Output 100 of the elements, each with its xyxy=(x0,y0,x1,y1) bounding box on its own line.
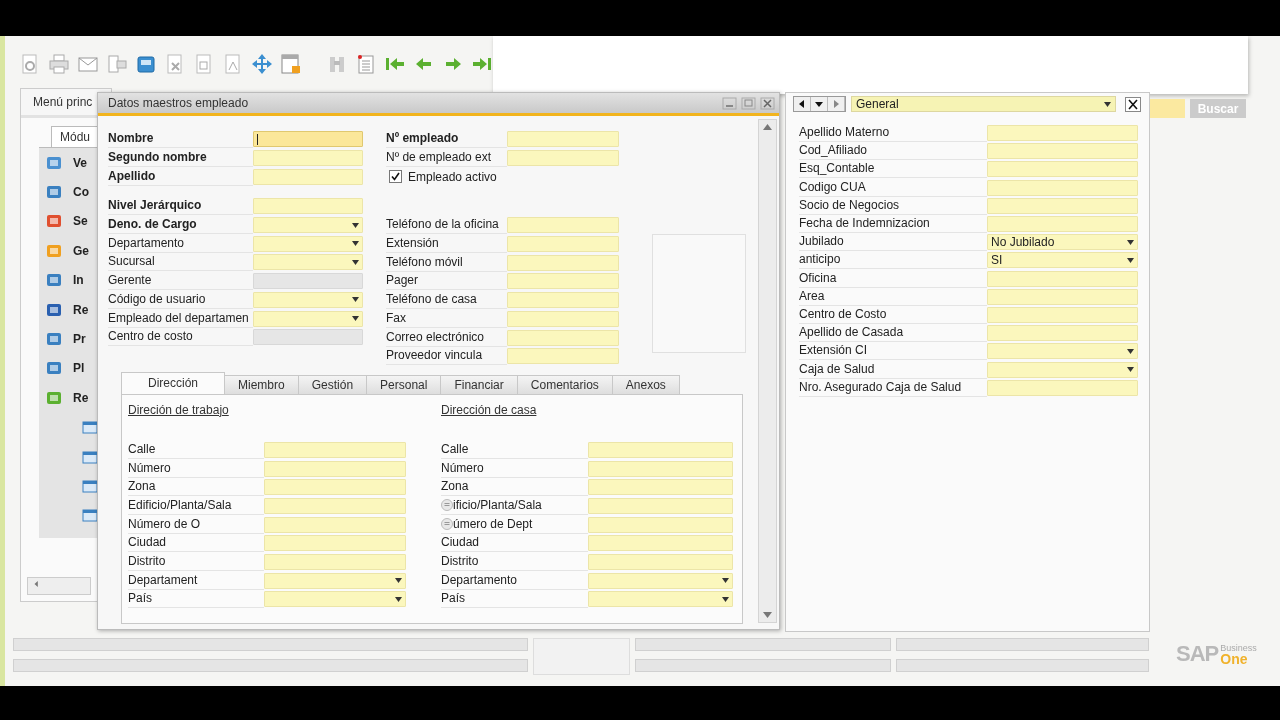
menu-item[interactable]: Ve xyxy=(73,155,87,170)
dropdown-field[interactable] xyxy=(253,291,363,308)
dropdown-field[interactable] xyxy=(588,591,733,608)
input-field[interactable] xyxy=(507,273,619,290)
scroll-up-icon[interactable] xyxy=(763,124,772,130)
input-field[interactable] xyxy=(253,150,363,167)
menu-item[interactable]: Se xyxy=(73,214,88,229)
input-field[interactable] xyxy=(253,329,363,346)
input-field[interactable] xyxy=(253,198,363,215)
input-field[interactable] xyxy=(264,441,406,458)
menu-item[interactable]: Re xyxy=(73,390,89,405)
input-field[interactable] xyxy=(253,168,363,185)
move-arrows-icon[interactable] xyxy=(251,53,273,75)
input-field[interactable] xyxy=(507,348,619,365)
window-icon[interactable] xyxy=(81,418,99,437)
input-field[interactable] xyxy=(987,306,1138,323)
menu-item[interactable]: Pl xyxy=(73,361,85,376)
window-icon[interactable] xyxy=(81,477,99,495)
menu-item[interactable]: Pr xyxy=(73,332,86,347)
input-field[interactable] xyxy=(507,254,619,271)
search-field[interactable] xyxy=(1150,99,1185,118)
dropdown-field[interactable] xyxy=(264,591,406,608)
input-field[interactable] xyxy=(507,131,619,148)
vertical-scrollbar[interactable] xyxy=(758,119,777,623)
module-tab[interactable]: Módu xyxy=(51,126,100,147)
input-field[interactable] xyxy=(264,554,406,571)
scroll-left-icon[interactable] xyxy=(32,581,41,587)
input-field[interactable] xyxy=(987,288,1138,305)
close-icon[interactable] xyxy=(1125,96,1141,112)
input-field[interactable] xyxy=(987,270,1138,287)
menu-item[interactable]: Re xyxy=(73,302,89,317)
input-field[interactable] xyxy=(507,236,619,253)
dropdown-field[interactable] xyxy=(987,343,1138,360)
input-field[interactable] xyxy=(588,554,733,571)
input-field[interactable] xyxy=(987,125,1138,142)
input-field[interactable] xyxy=(987,161,1138,178)
input-field[interactable] xyxy=(987,143,1138,160)
minimize-icon[interactable] xyxy=(722,96,737,110)
input-field[interactable] xyxy=(588,460,733,477)
field-label: Departamento xyxy=(441,571,588,590)
checkbox[interactable] xyxy=(389,170,402,184)
scroll-down-icon[interactable] xyxy=(763,612,772,618)
list-document-icon[interactable] xyxy=(355,53,377,75)
input-field[interactable] xyxy=(987,197,1138,214)
input-field[interactable] xyxy=(253,273,363,290)
dropdown-field[interactable] xyxy=(253,254,363,271)
input-field[interactable] xyxy=(987,379,1138,396)
input-field[interactable] xyxy=(507,329,619,346)
menu-item[interactable]: Ge xyxy=(73,243,89,258)
dropdown-field[interactable] xyxy=(588,572,733,589)
tab[interactable]: Comentarios xyxy=(516,374,613,394)
dropdown-field[interactable]: General xyxy=(851,96,1116,112)
field-label: Deno. de Cargo xyxy=(108,216,253,235)
field-label: Edificio/Planta/Sala xyxy=(128,496,264,515)
input-field[interactable] xyxy=(588,479,733,496)
input-field[interactable] xyxy=(588,497,733,514)
field-label: Distrito xyxy=(441,553,588,572)
tab[interactable]: Anexos xyxy=(611,374,680,394)
note-icon[interactable] xyxy=(441,499,453,512)
input-field[interactable] xyxy=(588,535,733,552)
menu-item[interactable]: In xyxy=(73,273,84,288)
tab[interactable]: Miembro xyxy=(224,374,299,394)
dropdown-field[interactable] xyxy=(253,217,363,234)
field-label: Ciudad xyxy=(441,534,588,553)
input-field[interactable] xyxy=(507,150,619,167)
fax-icon[interactable] xyxy=(135,53,157,75)
input-field[interactable] xyxy=(987,179,1138,196)
dropdown-field[interactable] xyxy=(253,310,363,327)
tab[interactable]: Gestión xyxy=(297,374,368,394)
window-title: Datos maestros empleado xyxy=(108,96,249,110)
phone-icon[interactable] xyxy=(106,53,128,75)
window-lock-icon[interactable] xyxy=(280,53,302,75)
dropdown-field[interactable] xyxy=(987,361,1138,378)
input-field[interactable] xyxy=(264,460,406,477)
dropdown-field[interactable]: SI xyxy=(987,252,1138,269)
tab[interactable]: Personal xyxy=(366,374,442,394)
print-icon[interactable] xyxy=(48,53,70,75)
input-field[interactable] xyxy=(987,216,1138,233)
dropdown-field[interactable] xyxy=(253,235,363,252)
folder-icon[interactable] xyxy=(81,506,99,525)
note-icon[interactable] xyxy=(441,518,453,531)
dropdown-field[interactable] xyxy=(264,572,406,589)
input-field[interactable] xyxy=(264,535,406,552)
field-label: Número xyxy=(128,459,264,478)
input-field[interactable] xyxy=(588,516,733,533)
input-field[interactable] xyxy=(264,516,406,533)
input-field[interactable] xyxy=(507,292,619,309)
input-field[interactable] xyxy=(253,131,363,148)
input-field[interactable] xyxy=(507,310,619,327)
horizontal-scrollbar[interactable] xyxy=(27,577,91,595)
dropdown-field[interactable]: No Jubilado xyxy=(987,234,1138,251)
input-field[interactable] xyxy=(264,497,406,514)
tab[interactable]: Financiar xyxy=(440,374,518,394)
input-field[interactable] xyxy=(507,217,619,234)
tab[interactable]: Dirección xyxy=(121,371,225,394)
input-field[interactable] xyxy=(987,325,1138,342)
input-field[interactable] xyxy=(264,479,406,496)
caret-icon xyxy=(352,259,359,265)
input-field[interactable] xyxy=(588,441,733,458)
menu-item[interactable]: Co xyxy=(73,185,89,200)
